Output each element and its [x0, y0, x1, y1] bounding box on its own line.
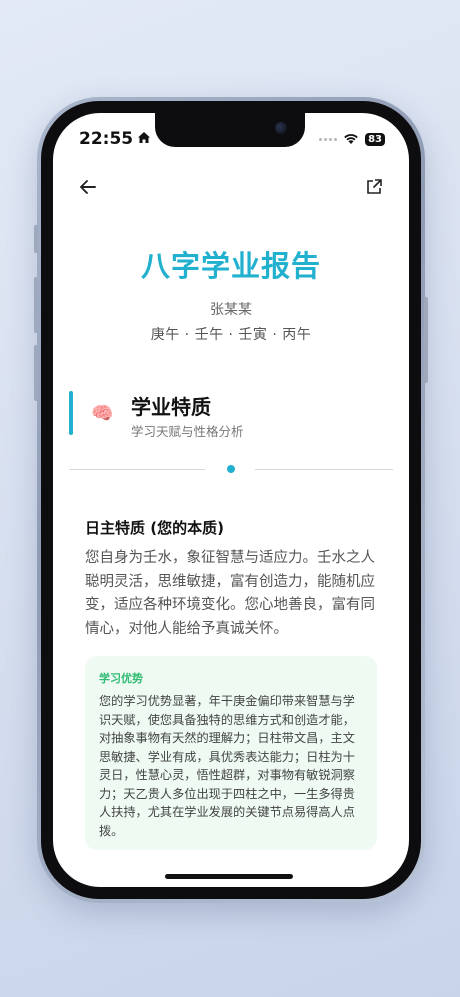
section-header: 🧠 学业特质 学习天赋与性格分析 — [69, 391, 393, 439]
learning-advantage-card: 学习优势 您的学习优势显著，年干庚金偏印带来智慧与学识天赋，使您具备独特的思维方… — [85, 656, 377, 850]
share-external-icon — [367, 179, 382, 194]
day-master-text: 您自身为壬水，象征智慧与适应力。壬水之人聪明灵活，思维敏捷，富有创造力，能随机应… — [85, 550, 375, 637]
arrow-left-icon — [80, 180, 96, 194]
section-title: 学业特质 — [131, 395, 211, 419]
divider-line-left — [69, 469, 205, 470]
share-button[interactable] — [359, 172, 389, 202]
status-time: 22:55 — [79, 129, 134, 149]
back-button[interactable] — [73, 172, 103, 202]
home-indicator[interactable] — [165, 874, 293, 879]
top-nav — [73, 171, 389, 203]
phone-frame: 22:55 83 八字学业报告 张某某 庚午 · 壬午 · 壬寅 · 丙午 🧠 … — [34, 97, 428, 903]
bazi-pillars: 庚午 · 壬午 · 壬寅 · 丙午 — [150, 327, 312, 343]
brain-icon: 🧠 — [91, 403, 114, 424]
battery-icon: 83 — [365, 132, 385, 146]
phone-bezel: 22:55 83 八字学业报告 张某某 庚午 · 壬午 · 壬寅 · 丙午 🧠 … — [41, 101, 421, 899]
status-right: 83 — [319, 130, 385, 149]
section-divider — [69, 465, 393, 475]
divider-dot — [227, 465, 235, 473]
mute-switch — [34, 225, 38, 253]
power-button — [424, 297, 428, 383]
divider-line-right — [255, 469, 393, 470]
day-master-heading: 日主特质 (您的本质) — [85, 519, 224, 537]
section-subtitle: 学习天赋与性格分析 — [131, 424, 244, 439]
wifi-icon — [343, 130, 359, 149]
status-bar: 22:55 83 — [53, 127, 409, 151]
advantage-text: 您的学习优势显著，年干庚金偏印带来智慧与学识天赋，使您具备独特的思维方式和创造才… — [99, 694, 355, 838]
volume-down-button — [34, 345, 38, 401]
screen: 22:55 83 八字学业报告 张某某 庚午 · 壬午 · 壬寅 · 丙午 🧠 … — [53, 113, 409, 887]
report-title: 八字学业报告 — [140, 249, 321, 283]
signal-icon — [319, 137, 338, 141]
section-accent-bar — [69, 391, 73, 435]
volume-up-button — [34, 277, 38, 333]
advantage-title: 学习优势 — [99, 672, 143, 685]
home-icon — [137, 129, 151, 149]
person-name: 张某某 — [210, 302, 252, 318]
status-time-group: 22:55 — [79, 129, 151, 149]
